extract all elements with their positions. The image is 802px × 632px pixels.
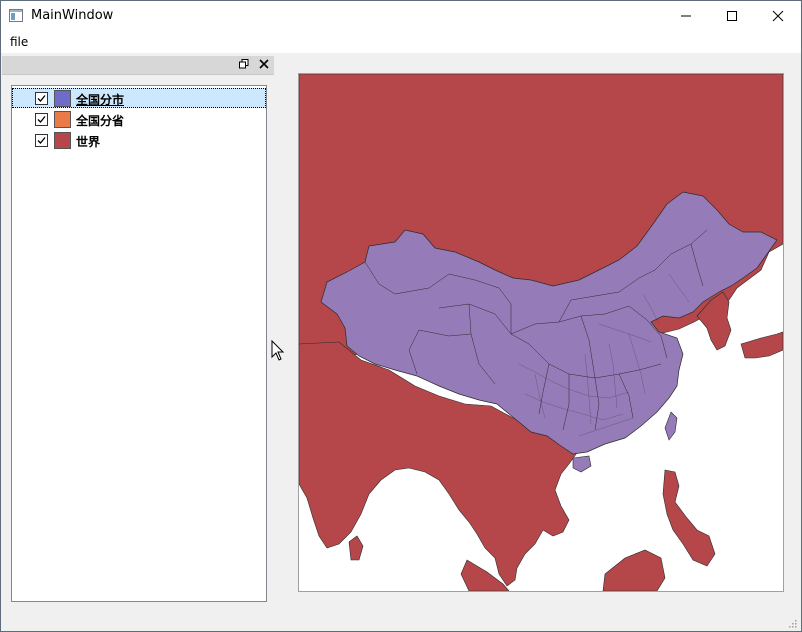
check-icon [37, 116, 46, 123]
check-icon [37, 137, 46, 144]
layer-checkbox[interactable] [35, 92, 48, 105]
menu-bar: file [1, 31, 801, 53]
layer-item-province[interactable]: 全国分省 [12, 109, 266, 129]
layer-color-swatch [54, 111, 71, 128]
layer-label: 全国分市 [76, 93, 125, 107]
layer-label: 世界 [76, 135, 101, 149]
app-window-icon [9, 9, 23, 22]
layer-tree[interactable]: 全国分市 全国分省 世界 [11, 85, 267, 602]
close-button[interactable] [755, 1, 801, 31]
close-icon [772, 10, 784, 22]
layer-color-swatch [54, 90, 71, 107]
map-svg [299, 74, 783, 591]
main-window: MainWindow file 全国分市 全国分省 世界 [0, 0, 802, 632]
resize-grip-icon[interactable] [787, 618, 797, 628]
layer-item-world[interactable]: 世界 [12, 130, 266, 150]
layer-label: 全国分省 [76, 114, 125, 128]
arrow-cursor-icon [271, 340, 285, 361]
menu-file[interactable]: file [3, 33, 35, 51]
minimize-button[interactable] [663, 1, 709, 31]
layer-checkbox[interactable] [35, 113, 48, 126]
map-canvas[interactable] [298, 73, 784, 592]
layer-color-swatch [54, 132, 71, 149]
check-icon [37, 95, 46, 102]
maximize-button[interactable] [709, 1, 755, 31]
layer-dock-header[interactable] [2, 56, 274, 75]
maximize-icon [727, 11, 737, 21]
layer-checkbox[interactable] [35, 134, 48, 147]
title-bar[interactable]: MainWindow [1, 1, 801, 31]
window-title: MainWindow [31, 8, 114, 23]
layer-item-city[interactable]: 全国分市 [12, 88, 266, 108]
dock-float-icon[interactable] [238, 58, 250, 70]
minimize-icon [681, 15, 691, 17]
dock-close-icon[interactable] [259, 59, 269, 69]
